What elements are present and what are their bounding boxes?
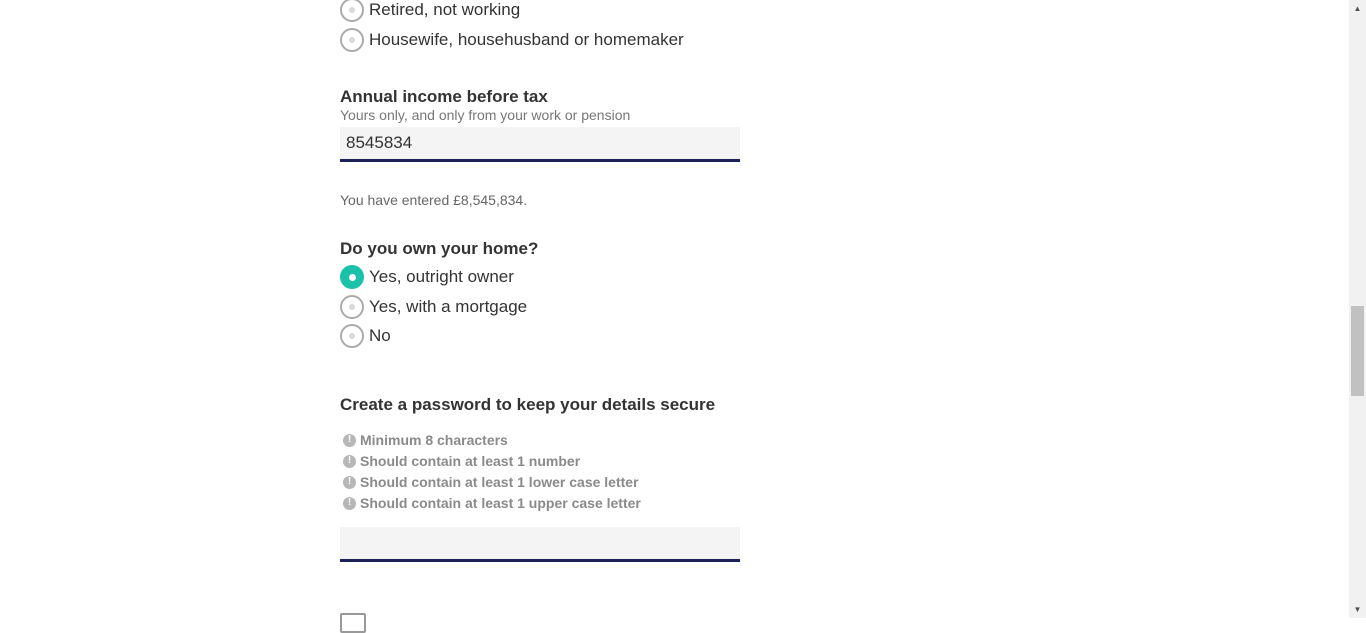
password-input[interactable] [340, 527, 740, 562]
password-heading: Create a password to keep your details s… [340, 395, 716, 414]
password-rule: ! Should contain at least 1 upper case l… [343, 495, 641, 511]
scrollbar-thumb[interactable] [1351, 306, 1364, 396]
radio-button[interactable] [340, 28, 364, 52]
exclamation-info-icon: ! [343, 475, 356, 489]
checkbox[interactable] [340, 613, 366, 633]
radio-button[interactable] [340, 295, 364, 319]
radio-button[interactable] [340, 0, 364, 22]
password-rule: ! Minimum 8 characters [343, 432, 508, 448]
exclamation-info-icon: ! [343, 496, 356, 510]
password-rule-text: Minimum 8 characters [360, 432, 508, 448]
employment-option-retired[interactable]: Retired, not working [340, 0, 520, 23]
exclamation-info-icon: ! [343, 454, 356, 468]
employment-option-homemaker[interactable]: Housewife, househusband or homemaker [340, 27, 684, 53]
radio-label: Yes, outright owner [369, 267, 514, 286]
scroll-down-arrow-icon[interactable]: ▼ [1349, 601, 1366, 618]
home-option-outright[interactable]: Yes, outright owner [340, 264, 514, 290]
vertical-scrollbar[interactable]: ▲ ▼ [1349, 0, 1366, 618]
radio-label: Retired, not working [369, 0, 521, 19]
home-option-mortgage[interactable]: Yes, with a mortgage [340, 294, 527, 320]
income-heading: Annual income before tax [340, 87, 548, 106]
password-rule-text: Should contain at least 1 upper case let… [360, 495, 641, 511]
radio-label: No [369, 326, 391, 345]
home-option-no[interactable]: No [340, 323, 391, 349]
radio-label: Yes, with a mortgage [369, 297, 528, 316]
password-rule-text: Should contain at least 1 lower case let… [360, 474, 639, 490]
password-rule: ! Should contain at least 1 lower case l… [343, 474, 639, 490]
password-rule: ! Should contain at least 1 number [343, 453, 580, 469]
radio-button-selected[interactable] [340, 265, 364, 289]
scroll-up-arrow-icon[interactable]: ▲ [1349, 0, 1366, 17]
exclamation-info-icon: ! [343, 433, 356, 447]
password-rule-text: Should contain at least 1 number [360, 453, 581, 469]
radio-label: Housewife, househusband or homemaker [369, 30, 684, 49]
income-confirmation: You have entered £8,545,834. [340, 192, 528, 208]
home-heading: Do you own your home? [340, 239, 539, 258]
income-hint: Yours only, and only from your work or p… [340, 107, 631, 123]
income-input[interactable] [340, 127, 740, 162]
radio-button[interactable] [340, 324, 364, 348]
